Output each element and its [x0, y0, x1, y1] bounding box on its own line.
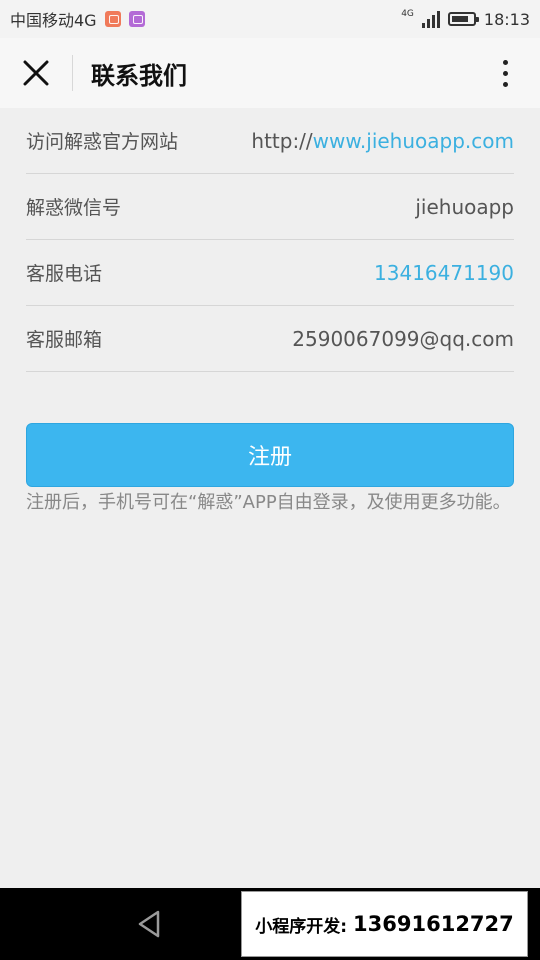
header-divider	[72, 55, 73, 91]
wechat-label: 解惑微信号	[26, 197, 122, 219]
register-button[interactable]: 注册	[26, 423, 514, 487]
website-value[interactable]: http://www.jiehuoapp.com	[251, 129, 514, 153]
status-time: 18:13	[483, 9, 530, 29]
email-value: 2590067099@qq.com	[292, 326, 514, 351]
email-label: 客服邮箱	[26, 329, 103, 351]
more-vertical-icon	[502, 59, 508, 65]
gallery-notification-icon	[128, 11, 145, 27]
promo-banner: 小程序开发: 13691612727	[241, 891, 528, 957]
app-header: 联系我们	[0, 38, 540, 108]
status-left: 中国移动4G	[0, 7, 145, 31]
wechat-value: jiehuoapp	[415, 194, 514, 219]
info-row-wechat: 解惑微信号 jiehuoapp	[26, 174, 514, 240]
promo-label: 小程序开发:	[255, 916, 348, 937]
back-triangle-icon[interactable]	[132, 906, 168, 942]
info-row-email: 客服邮箱 2590067099@qq.com	[26, 306, 514, 372]
battery-icon	[447, 12, 479, 26]
carrier-name: 中国移动4G	[10, 11, 97, 30]
page-title: 联系我们	[91, 61, 187, 90]
info-row-phone: 客服电话 13416471190	[26, 240, 514, 306]
contact-info-list: 访问解惑官方网站 http://www.jiehuoapp.com 解惑微信号 …	[26, 108, 514, 372]
phone-label: 客服电话	[26, 263, 103, 285]
network-type: 4G	[401, 8, 414, 19]
close-button[interactable]	[0, 38, 72, 108]
status-right: 4G 18:13	[401, 0, 530, 38]
signal-icon	[421, 10, 440, 28]
promo-phone: 13691612727	[353, 912, 514, 936]
register-note: 注册后，手机号可在“解惑”APP自由登录，及使用更多功能。	[26, 492, 511, 513]
info-row-website: 访问解惑官方网站 http://www.jiehuoapp.com	[26, 108, 514, 174]
website-label: 访问解惑官方网站	[26, 131, 179, 153]
website-prefix: http://	[251, 128, 313, 153]
close-icon	[23, 60, 49, 86]
status-bar: 中国移动4G 4G 18:13	[0, 0, 540, 38]
phone-link[interactable]: 13416471190	[374, 261, 514, 285]
mail-notification-icon	[104, 11, 121, 27]
more-button[interactable]	[490, 55, 520, 91]
website-link[interactable]: www.jiehuoapp.com	[313, 129, 514, 153]
